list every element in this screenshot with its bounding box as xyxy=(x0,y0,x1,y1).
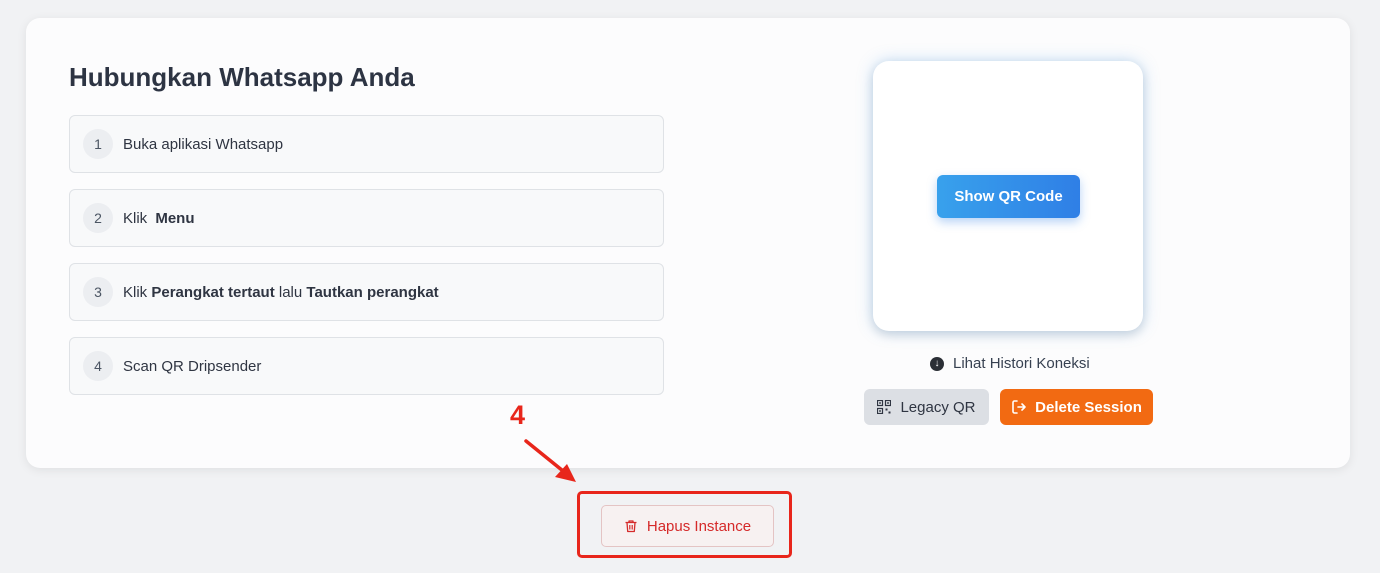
arrow-down-circle-icon: ↓ xyxy=(930,356,944,371)
step-text: Buka aplikasi Whatsapp xyxy=(123,135,284,153)
annotation-arrow-icon xyxy=(524,439,576,482)
step-bold-text: Tautkan perangkat xyxy=(306,283,439,301)
hapus-instance-label: Hapus Instance xyxy=(646,517,752,535)
step-item: 2 Klik Menu xyxy=(69,189,664,247)
qr-code-icon xyxy=(877,400,892,414)
step-item: 1 Buka aplikasi Whatsapp xyxy=(69,115,664,173)
delete-session-label: Delete Session xyxy=(1035,398,1142,416)
delete-session-button[interactable]: Delete Session xyxy=(1000,389,1153,425)
connect-card: Hubungkan Whatsapp Anda 1 Buka aplikasi … xyxy=(26,18,1350,468)
step-text: Scan QR Dripsender xyxy=(123,357,262,375)
annotation-number: 4 xyxy=(510,400,526,430)
history-label: Lihat Histori Koneksi xyxy=(953,355,1090,372)
history-link[interactable]: ↓ Lihat Histori Koneksi xyxy=(930,355,1090,372)
step-item: 4 Scan QR Dripsender xyxy=(69,337,664,395)
step-item: 3 Klik Perangkat tertaut lalu Tautkan pe… xyxy=(69,263,664,321)
step-text: Klik xyxy=(123,283,152,301)
logout-icon xyxy=(1012,400,1026,414)
show-qr-button[interactable]: Show QR Code xyxy=(937,175,1080,218)
hapus-instance-button[interactable]: Hapus Instance xyxy=(601,505,774,547)
step-number: 4 xyxy=(83,351,113,381)
step-bold-text: Perangkat tertaut xyxy=(151,283,275,301)
step-number: 1 xyxy=(83,129,113,159)
page-title: Hubungkan Whatsapp Anda xyxy=(69,62,415,92)
qr-panel: Show QR Code xyxy=(873,61,1143,331)
trash-icon xyxy=(625,520,637,533)
legacy-qr-label: Legacy QR xyxy=(900,398,976,416)
step-text: Klik xyxy=(123,209,152,227)
step-number: 2 xyxy=(83,203,113,233)
step-bold-text: Menu xyxy=(155,209,195,227)
legacy-qr-button[interactable]: Legacy QR xyxy=(864,389,989,425)
step-text: lalu xyxy=(274,283,307,301)
step-number: 3 xyxy=(83,277,113,307)
